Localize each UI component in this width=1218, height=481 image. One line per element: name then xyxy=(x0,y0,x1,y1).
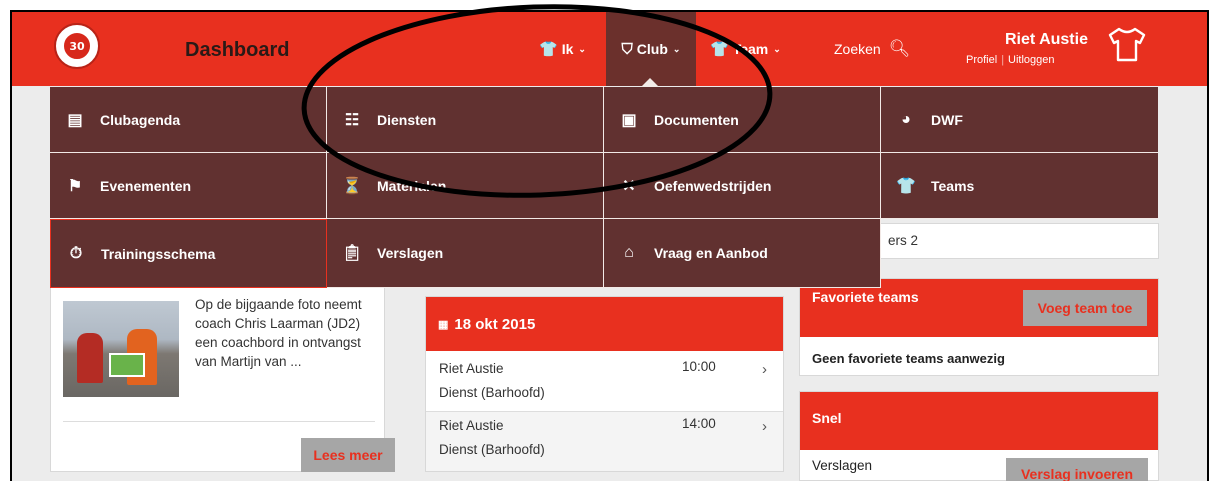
menu-item-label: Oefenwedstrijden xyxy=(654,177,772,194)
user-name[interactable]: Riet Austie xyxy=(1005,31,1088,49)
quick-label: Verslagen xyxy=(812,458,873,473)
menu-item-vraag-en-aanbod[interactable]: ⌂ Vraag en Aanbod xyxy=(604,219,881,288)
document-icon: ▣ xyxy=(621,111,637,129)
clipboard-icon: 📋︎ xyxy=(341,245,363,262)
quick-title: Snel xyxy=(812,410,842,426)
club-logo[interactable]: 30 xyxy=(54,23,100,69)
nav-team-label: Team xyxy=(732,41,769,57)
top-navigation-bar: 30 Dashboard 👕 Ik ⌄ ⛉ Club ⌄ 👕 Team ⌄ Zo… xyxy=(12,12,1207,86)
menu-item-documenten[interactable]: ▣ Documenten xyxy=(604,87,881,153)
menu-item-diensten[interactable]: ☷ Diensten xyxy=(327,87,604,153)
calendar-icon: ▤ xyxy=(67,111,83,129)
agenda-item[interactable]: Riet Austie 14:00 › Dienst (Barhoofd) xyxy=(426,411,783,471)
shirts-icon: 👕 xyxy=(896,177,916,195)
menu-item-clubagenda[interactable]: ▤ Clubagenda xyxy=(50,87,327,153)
menu-item-label: DWF xyxy=(931,111,963,128)
shop-icon: ⌂ xyxy=(624,244,634,261)
quick-header: Snel xyxy=(800,392,1158,450)
nav-team[interactable]: 👕 Team ⌄ xyxy=(710,12,781,86)
club-dropdown-menu: ▤ Clubagenda ☷ Diensten ▣ Documenten ◕ D… xyxy=(50,87,1160,288)
agenda-item-name: Riet Austie xyxy=(439,361,504,376)
menu-item-verslagen[interactable]: 📋︎ Verslagen xyxy=(327,219,604,288)
agenda-header: ▦ 18 okt 2015 xyxy=(426,297,783,351)
nav-club[interactable]: ⛉ Club ⌄ xyxy=(606,12,696,86)
nav-ik[interactable]: 👕 Ik ⌄ xyxy=(539,12,586,86)
quick-card: Snel Verslagen Verslag invoeren xyxy=(799,391,1159,481)
app-window: Op de bijgaande foto neemt coach Chris L… xyxy=(10,10,1209,481)
news-card: Op de bijgaande foto neemt coach Chris L… xyxy=(50,282,395,472)
cone-icon: ⏳ xyxy=(342,177,362,195)
stopwatch-icon: ⏱ xyxy=(69,244,83,262)
logout-link[interactable]: Uitloggen xyxy=(1008,54,1054,66)
menu-item-dwf[interactable]: ◕ DWF xyxy=(881,87,1158,153)
logo-text: 30 xyxy=(62,31,92,61)
shirt-icon: 👕 xyxy=(539,41,558,58)
chevron-down-icon: ⌄ xyxy=(672,43,681,54)
news-text: Op de bijgaande foto neemt coach Chris L… xyxy=(195,297,362,369)
chevron-down-icon: ⌄ xyxy=(578,43,586,54)
read-more-button[interactable]: Lees meer xyxy=(301,438,395,472)
add-team-button[interactable]: Voeg team toe xyxy=(1023,290,1147,326)
menu-item-teams[interactable]: 👕 Teams xyxy=(881,153,1158,219)
user-links: Profiel | Uitloggen xyxy=(966,54,1055,66)
menu-item-label: Materialen xyxy=(377,177,447,194)
menu-item-label: Verslagen xyxy=(377,245,444,261)
favorite-teams-card: Favoriete teams Voeg team toe Geen favor… xyxy=(799,278,1159,376)
agenda-item-time: 10:00 xyxy=(682,359,716,374)
list-icon: ☷ xyxy=(344,111,360,129)
search-icon: 🔍︎ xyxy=(888,39,911,58)
favorite-teams-title: Favoriete teams xyxy=(812,289,919,305)
search-link[interactable]: Zoeken 🔍︎ xyxy=(834,12,910,86)
menu-item-label: Documenten xyxy=(654,111,739,128)
profile-link[interactable]: Profiel xyxy=(966,54,997,66)
favorite-teams-empty: Geen favoriete teams aanwezig xyxy=(812,351,1005,366)
crossed-swords-icon: ✕ xyxy=(622,177,636,195)
agenda-item-role: Dienst (Barhoofd) xyxy=(439,442,545,457)
flag-icon: ⚑ xyxy=(67,177,83,195)
divider xyxy=(63,421,375,422)
menu-item-trainingsschema[interactable]: ⏱ Trainingsschema xyxy=(50,219,327,288)
menu-item-label: Evenementen xyxy=(100,177,192,194)
chevron-down-icon: ⌄ xyxy=(773,43,781,54)
search-label: Zoeken xyxy=(834,41,881,57)
menu-item-materialen[interactable]: ⏳ Materialen xyxy=(327,153,604,219)
page-title[interactable]: Dashboard xyxy=(185,39,289,62)
menu-item-label: Vraag en Aanbod xyxy=(654,245,768,261)
agenda-date: 18 okt 2015 xyxy=(454,315,536,333)
menu-item-label: Diensten xyxy=(377,111,437,128)
menu-item-label: Trainingsschema xyxy=(101,245,216,262)
chevron-right-icon: › xyxy=(762,418,767,435)
shield-icon: ⛉ xyxy=(621,40,633,58)
nav-club-label: Club xyxy=(636,41,668,57)
chevron-right-icon: › xyxy=(762,361,767,378)
menu-item-evenementen[interactable]: ⚑ Evenementen xyxy=(50,153,327,219)
dropdown-caret xyxy=(641,78,659,87)
agenda-item-time: 14:00 xyxy=(682,416,716,431)
menu-item-oefenwedstrijden[interactable]: ✕ Oefenwedstrijden xyxy=(604,153,881,219)
jersey-avatar-icon[interactable] xyxy=(1107,24,1147,64)
enter-report-button[interactable]: Verslag invoeren xyxy=(1006,458,1148,481)
agenda-item[interactable]: Riet Austie 10:00 › Dienst (Barhoofd) xyxy=(426,355,783,415)
agenda-item-role: Dienst (Barhoofd) xyxy=(439,385,545,400)
news-photo[interactable] xyxy=(63,301,179,397)
dwf-badge-icon: ◕ xyxy=(901,110,911,128)
menu-item-label: Teams xyxy=(931,177,975,194)
calendar-icon: ▦ xyxy=(438,318,449,331)
agenda-item-name: Riet Austie xyxy=(439,418,504,433)
agenda-card: ▦ 18 okt 2015 Riet Austie 10:00 › Dienst… xyxy=(425,296,784,472)
nav-ik-label: Ik xyxy=(561,41,574,57)
shirts-icon: 👕 xyxy=(710,41,729,58)
menu-item-label: Clubagenda xyxy=(100,111,181,128)
